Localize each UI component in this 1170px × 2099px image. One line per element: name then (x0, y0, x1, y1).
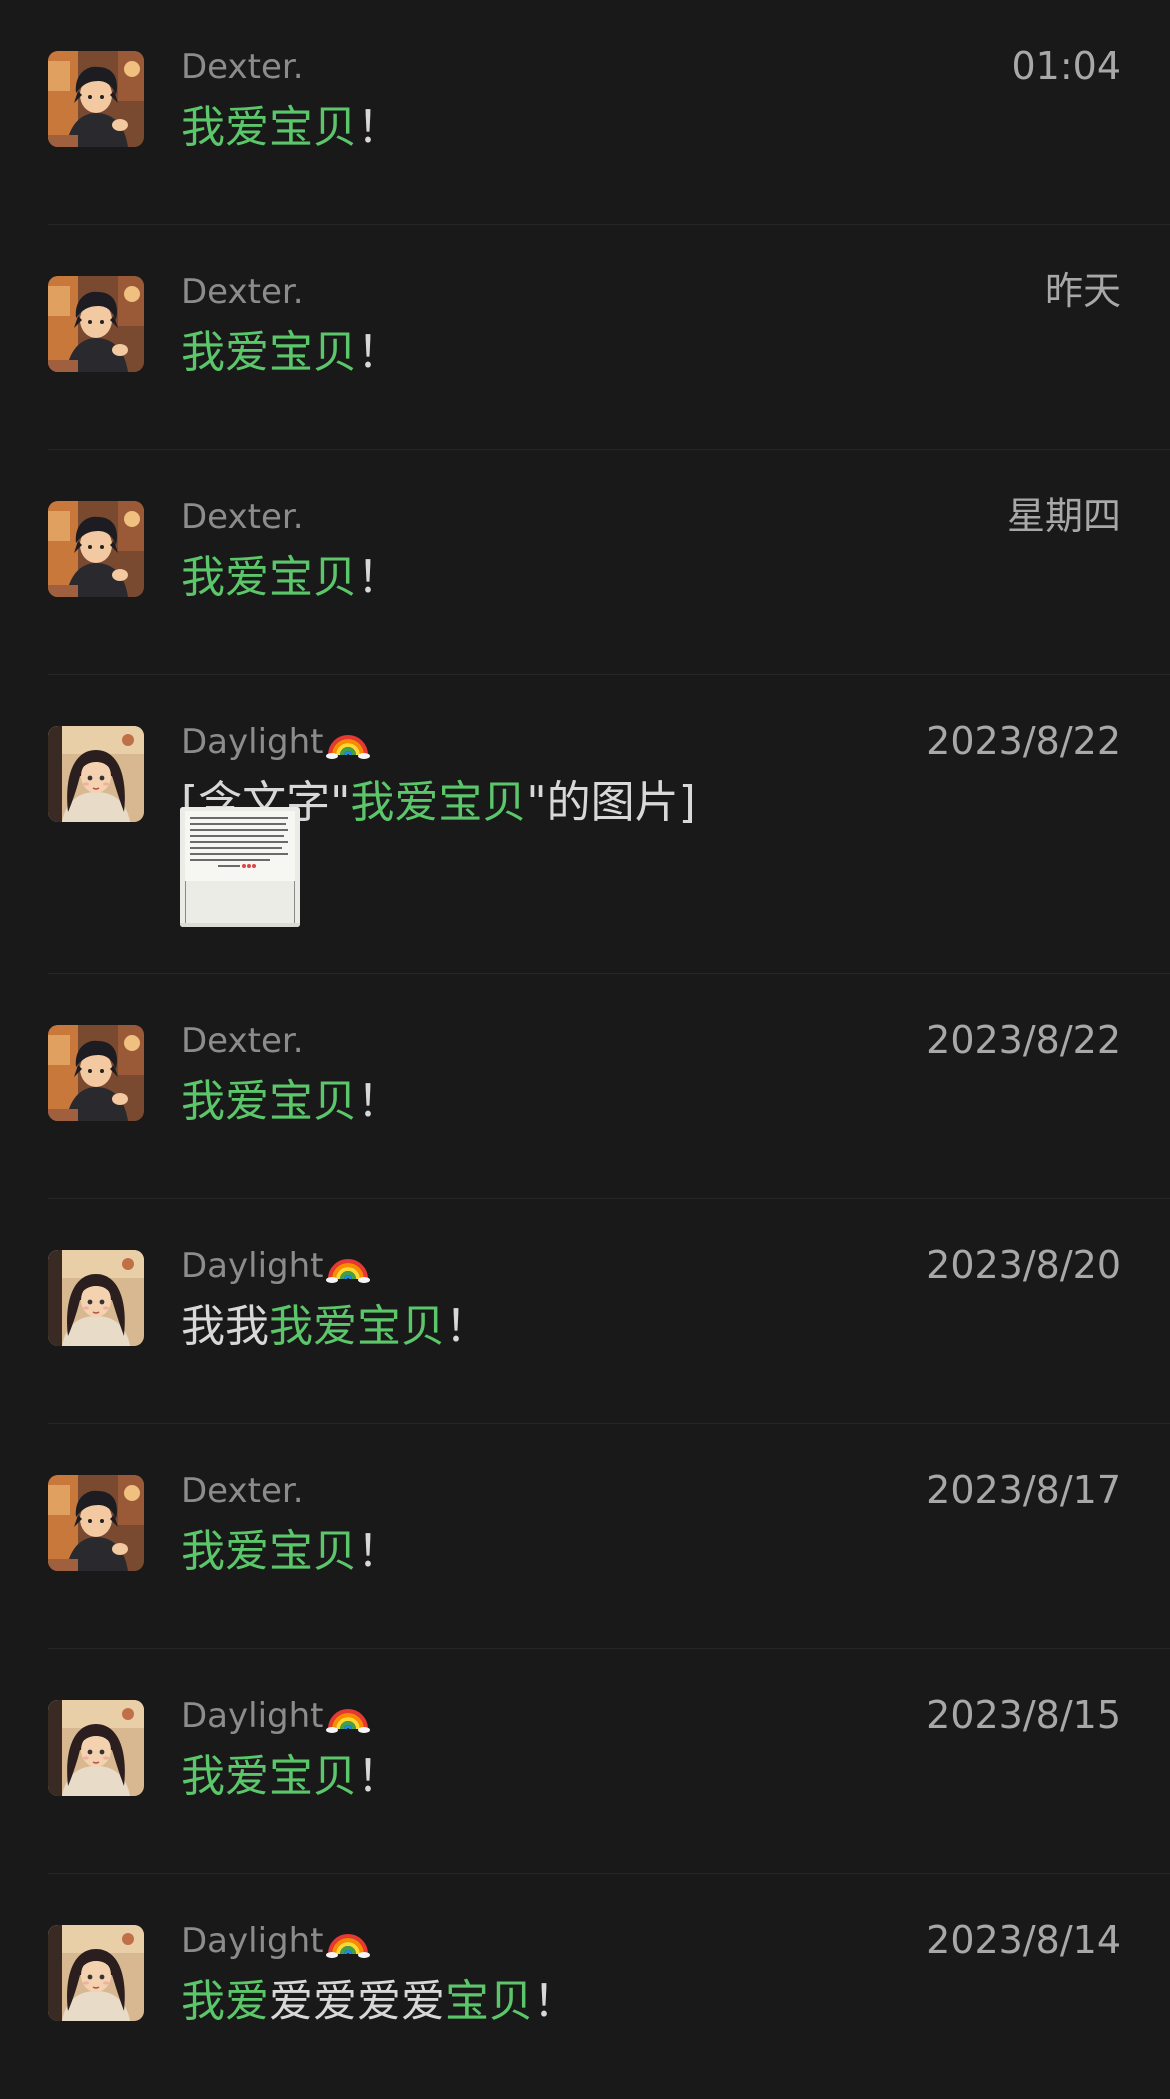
chat-search-results: Dexter. 01:04 我爱宝贝！ Dexter. 昨天 我爱宝贝！ Dex… (0, 0, 1170, 2099)
message-text: ！ (357, 1751, 401, 1802)
message-time: 2023/8/22 (926, 719, 1121, 763)
message-text: ！ (357, 1076, 401, 1127)
boy-avatar-icon[interactable] (48, 1475, 144, 1571)
message-preview: 我爱宝贝！ (181, 1524, 401, 1580)
highlight-text: 宝贝 (445, 1976, 533, 2027)
message-text: 爱爱爱爱 (269, 1976, 445, 2027)
message-time: 2023/8/14 (926, 1918, 1121, 1962)
message-preview: 我我我爱宝贝！ (181, 1299, 489, 1355)
rainbow-emoji-icon (325, 1243, 370, 1295)
message-preview: 我爱宝贝！ (181, 1074, 401, 1130)
message-text: ！ (445, 1301, 489, 1352)
chat-row[interactable]: Dexter. 2023/8/17 我爱宝贝！ (0, 1424, 1170, 1649)
contact-name: Daylight (181, 1918, 370, 1970)
message-time: 2023/8/20 (926, 1243, 1121, 1287)
contact-name: Dexter. (181, 497, 304, 537)
chat-row[interactable]: Daylight 2023/8/14 我爱爱爱爱爱宝贝！ (0, 1874, 1170, 2099)
highlight-text: 我爱宝贝 (181, 1076, 357, 1127)
girl-avatar-icon[interactable] (48, 1700, 144, 1796)
boy-avatar-icon[interactable] (48, 276, 144, 372)
boy-avatar-icon[interactable] (48, 51, 144, 147)
contact-name: Daylight (181, 1243, 370, 1295)
chat-row[interactable]: Dexter. 昨天 我爱宝贝！ (0, 225, 1170, 450)
image-thumbnail[interactable] (180, 807, 300, 927)
chat-row[interactable]: Daylight 2023/8/20 我我我爱宝贝！ (0, 1199, 1170, 1424)
highlight-text: 我爱宝贝 (181, 1751, 357, 1802)
message-preview: 我爱宝贝！ (181, 100, 401, 156)
message-preview: 我爱宝贝！ (181, 550, 401, 606)
highlight-text: 我爱宝贝 (269, 1301, 445, 1352)
message-time: 01:04 (1011, 44, 1121, 88)
highlight-text: 我爱宝贝 (181, 1526, 357, 1577)
boy-avatar-icon[interactable] (48, 501, 144, 597)
message-time: 昨天 (1044, 269, 1121, 313)
rainbow-emoji-icon (325, 1918, 370, 1970)
message-text: 我我 (181, 1301, 269, 1352)
contact-name: Dexter. (181, 47, 304, 87)
rainbow-emoji-icon (325, 1693, 370, 1745)
message-time: 2023/8/22 (926, 1018, 1121, 1062)
contact-name: Dexter. (181, 1021, 304, 1061)
girl-avatar-icon[interactable] (48, 1250, 144, 1346)
message-text: "的图片] (526, 777, 696, 828)
highlight-text: 我爱宝贝 (181, 102, 357, 153)
message-preview: 我爱宝贝！ (181, 1749, 401, 1805)
highlight-text: 我爱 (181, 1976, 269, 2027)
message-preview: 我爱宝贝！ (181, 325, 401, 381)
message-preview: 我爱爱爱爱爱宝贝！ (181, 1974, 577, 2030)
contact-name: Daylight (181, 1693, 370, 1745)
chat-row[interactable]: Dexter. 星期四 我爱宝贝！ (0, 450, 1170, 675)
chat-row[interactable]: Daylight 2023/8/15 我爱宝贝！ (0, 1649, 1170, 1874)
message-text: ！ (357, 102, 401, 153)
rainbow-emoji-icon (325, 719, 370, 771)
girl-avatar-icon[interactable] (48, 726, 144, 822)
message-time: 星期四 (1006, 494, 1121, 538)
message-time: 2023/8/15 (926, 1693, 1121, 1737)
message-text: ！ (357, 327, 401, 378)
highlight-text: 我爱宝贝 (181, 327, 357, 378)
chat-row[interactable]: Dexter. 2023/8/22 我爱宝贝！ (0, 974, 1170, 1199)
message-text: ！ (357, 552, 401, 603)
boy-avatar-icon[interactable] (48, 1025, 144, 1121)
highlight-text: 我爱宝贝 (350, 777, 527, 828)
message-text: ！ (357, 1526, 401, 1577)
contact-name: Daylight (181, 719, 370, 771)
message-time: 2023/8/17 (926, 1468, 1121, 1512)
chat-row[interactable]: Dexter. 01:04 我爱宝贝！ (0, 0, 1170, 225)
contact-name: Dexter. (181, 1471, 304, 1511)
chat-row[interactable]: Daylight 2023/8/22 [含文字"我爱宝贝"的图片] (0, 675, 1170, 974)
highlight-text: 我爱宝贝 (181, 552, 357, 603)
message-text: ！ (533, 1976, 577, 2027)
contact-name: Dexter. (181, 272, 304, 312)
girl-avatar-icon[interactable] (48, 1925, 144, 2021)
